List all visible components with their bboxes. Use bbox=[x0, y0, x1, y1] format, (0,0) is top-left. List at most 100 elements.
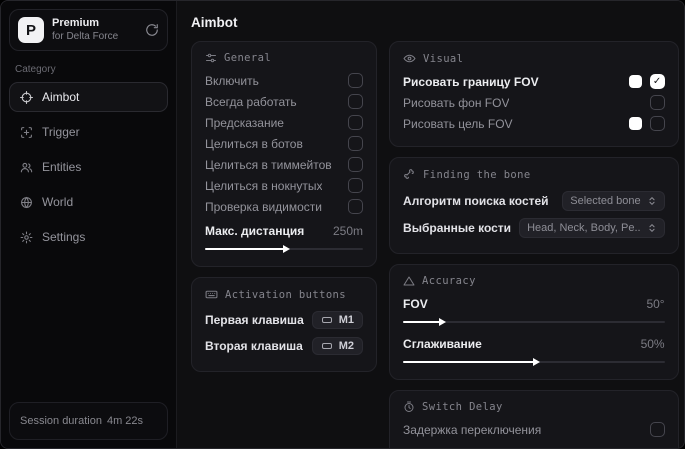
chevrons-up-down-icon bbox=[647, 223, 657, 233]
bone-card: Finding the bone Алгоритм поиска костей … bbox=[389, 157, 679, 254]
sidebar-item-label: Trigger bbox=[42, 125, 80, 140]
sidebar-item-entities[interactable]: Entities bbox=[9, 152, 168, 182]
selected-bones-select[interactable]: Head, Neck, Body, Pe.. bbox=[519, 217, 665, 238]
fov-label: FOV bbox=[403, 296, 428, 311]
slider-thumb[interactable] bbox=[532, 358, 540, 366]
draw-fov-bg-label: Рисовать фон FOV bbox=[403, 95, 510, 110]
checkbox-target-teammates[interactable] bbox=[348, 157, 364, 172]
checkbox-switch-delay[interactable] bbox=[649, 422, 665, 437]
checkbox-draw-fov-border[interactable] bbox=[649, 74, 665, 89]
max-distance-label: Макс. дистанция bbox=[205, 223, 305, 238]
checkbox-draw-fov-target[interactable] bbox=[649, 116, 665, 131]
draw-fov-target-row: Рисовать цель FOV bbox=[403, 113, 665, 134]
fov-row: FOV 50° bbox=[403, 293, 665, 314]
sidebar-item-label: Aimbot bbox=[42, 90, 80, 105]
visual-header-label: Visual bbox=[423, 52, 464, 65]
visual-card: Visual Рисовать границу FOV Рисовать фон… bbox=[389, 41, 679, 147]
bone-icon bbox=[403, 168, 416, 181]
keyboard-icon bbox=[205, 288, 218, 301]
mouse-key-icon bbox=[321, 314, 333, 326]
visual-header: Visual bbox=[403, 52, 665, 65]
bone-algorithm-select[interactable]: Selected bone bbox=[562, 190, 665, 211]
toggle-label: Проверка видимости bbox=[205, 199, 322, 214]
color-swatch[interactable] bbox=[628, 75, 642, 88]
session-value: 4m 22s bbox=[106, 415, 144, 427]
toggle-label: Целиться в ботов bbox=[205, 136, 303, 151]
checkbox-always-work[interactable] bbox=[348, 94, 364, 109]
draw-fov-border-controls bbox=[628, 74, 665, 89]
brand-text: Premium for Delta Force bbox=[52, 17, 137, 43]
accuracy-header: Accuracy bbox=[403, 275, 665, 287]
bone-algorithm-label: Алгоритм поиска костей bbox=[403, 193, 549, 208]
toggle-row-target-bots: Целиться в ботов bbox=[205, 133, 364, 154]
right-column: Visual Рисовать границу FOV Рисовать фон… bbox=[389, 41, 679, 448]
toggle-row-target-teammates: Целиться в тиммейтов bbox=[205, 154, 364, 175]
slider-thumb[interactable] bbox=[283, 245, 291, 253]
switch-delay-ms-label: Задержка переключения (мс) bbox=[403, 446, 577, 449]
smoothing-value: 50% bbox=[640, 336, 665, 351]
draw-fov-target-label: Рисовать цель FOV bbox=[403, 116, 513, 131]
brand-logo: P bbox=[18, 17, 44, 44]
chevrons-up-down-icon bbox=[647, 196, 657, 206]
slider-thumb[interactable] bbox=[438, 318, 446, 326]
checkbox-enable[interactable] bbox=[348, 73, 364, 88]
checkbox-visibility-check[interactable] bbox=[348, 199, 364, 214]
brand-title: Premium bbox=[52, 17, 100, 29]
toggle-label: Всегда работать bbox=[205, 94, 297, 109]
sidebar-item-label: Settings bbox=[42, 230, 86, 245]
selected-bones-value: Head, Neck, Body, Pe.. bbox=[527, 221, 641, 234]
first-key-button[interactable]: M1 bbox=[311, 311, 364, 329]
first-key-row: Первая клавиша M1 bbox=[205, 307, 364, 333]
second-key-value: M2 bbox=[338, 340, 355, 352]
second-key-row: Вторая клавиша M2 bbox=[205, 333, 364, 359]
slider-fill bbox=[403, 318, 446, 326]
max-distance-slider[interactable] bbox=[205, 244, 364, 254]
sidebar-item-settings[interactable]: Settings bbox=[9, 222, 168, 252]
selected-bones-row: Выбранные кости Head, Neck, Body, Pe.. bbox=[403, 214, 665, 241]
page-title: Aimbot bbox=[191, 15, 238, 30]
eye-icon bbox=[403, 52, 416, 65]
toggle-row-target-knocked: Целиться в нокнутых bbox=[205, 175, 364, 196]
toggle-label: Целиться в тиммейтов bbox=[205, 157, 332, 172]
sidebar-item-label: World bbox=[42, 195, 74, 210]
activation-header: Activation buttons bbox=[205, 288, 363, 301]
smoothing-row: Сглаживание 50% bbox=[403, 333, 665, 354]
second-key-label: Вторая клавиша bbox=[205, 339, 303, 353]
smoothing-slider[interactable] bbox=[403, 357, 665, 367]
switch-delay-ms-row: Задержка переключения (мс) 1000 ms bbox=[403, 442, 665, 449]
refresh-icon[interactable] bbox=[145, 23, 159, 37]
switch-delay-card: Switch Delay Задержка переключения Задер… bbox=[389, 390, 679, 448]
sidebar-item-aimbot[interactable]: Aimbot bbox=[9, 82, 168, 113]
color-swatch[interactable] bbox=[628, 117, 642, 130]
toggle-row-enable: Включить bbox=[205, 70, 364, 91]
trigger-icon bbox=[20, 126, 33, 139]
bone-header-label: Finding the bone bbox=[423, 168, 531, 181]
sidebar-item-trigger[interactable]: Trigger bbox=[9, 117, 168, 147]
draw-fov-bg-controls bbox=[649, 95, 665, 110]
general-header-label: General bbox=[224, 52, 272, 64]
sidebar-item-world[interactable]: World bbox=[9, 187, 168, 217]
checkbox-prediction[interactable] bbox=[348, 115, 364, 130]
bone-algorithm-value: Selected bone bbox=[570, 194, 641, 207]
accuracy-card: Accuracy FOV 50° Сглаживание 50% bbox=[389, 264, 679, 380]
switch-delay-header: Switch Delay bbox=[403, 401, 665, 413]
activation-header-label: Activation buttons bbox=[225, 288, 346, 301]
draw-fov-target-controls bbox=[628, 116, 665, 131]
app-window: P Premium for Delta Force Category Aimbo… bbox=[0, 0, 685, 449]
checkbox-target-bots[interactable] bbox=[348, 136, 364, 151]
toggle-row-prediction: Предсказание bbox=[205, 112, 364, 133]
session-card: Session duration 4m 22s bbox=[9, 402, 168, 440]
stopwatch-icon bbox=[403, 401, 415, 413]
bone-algorithm-row: Алгоритм поиска костей Selected bone bbox=[403, 187, 665, 214]
max-distance-value: 250m bbox=[333, 223, 364, 238]
switch-delay-toggle-label: Задержка переключения bbox=[403, 422, 542, 437]
mouse-key-icon bbox=[321, 340, 333, 352]
toggle-row-visibility-check: Проверка видимости bbox=[205, 196, 364, 217]
fov-slider[interactable] bbox=[403, 317, 665, 327]
general-header: General bbox=[205, 52, 363, 64]
checkbox-target-knocked[interactable] bbox=[348, 178, 364, 193]
second-key-button[interactable]: M2 bbox=[311, 337, 364, 355]
sidebar-item-label: Entities bbox=[42, 160, 82, 175]
checkbox-draw-fov-bg[interactable] bbox=[649, 95, 665, 110]
